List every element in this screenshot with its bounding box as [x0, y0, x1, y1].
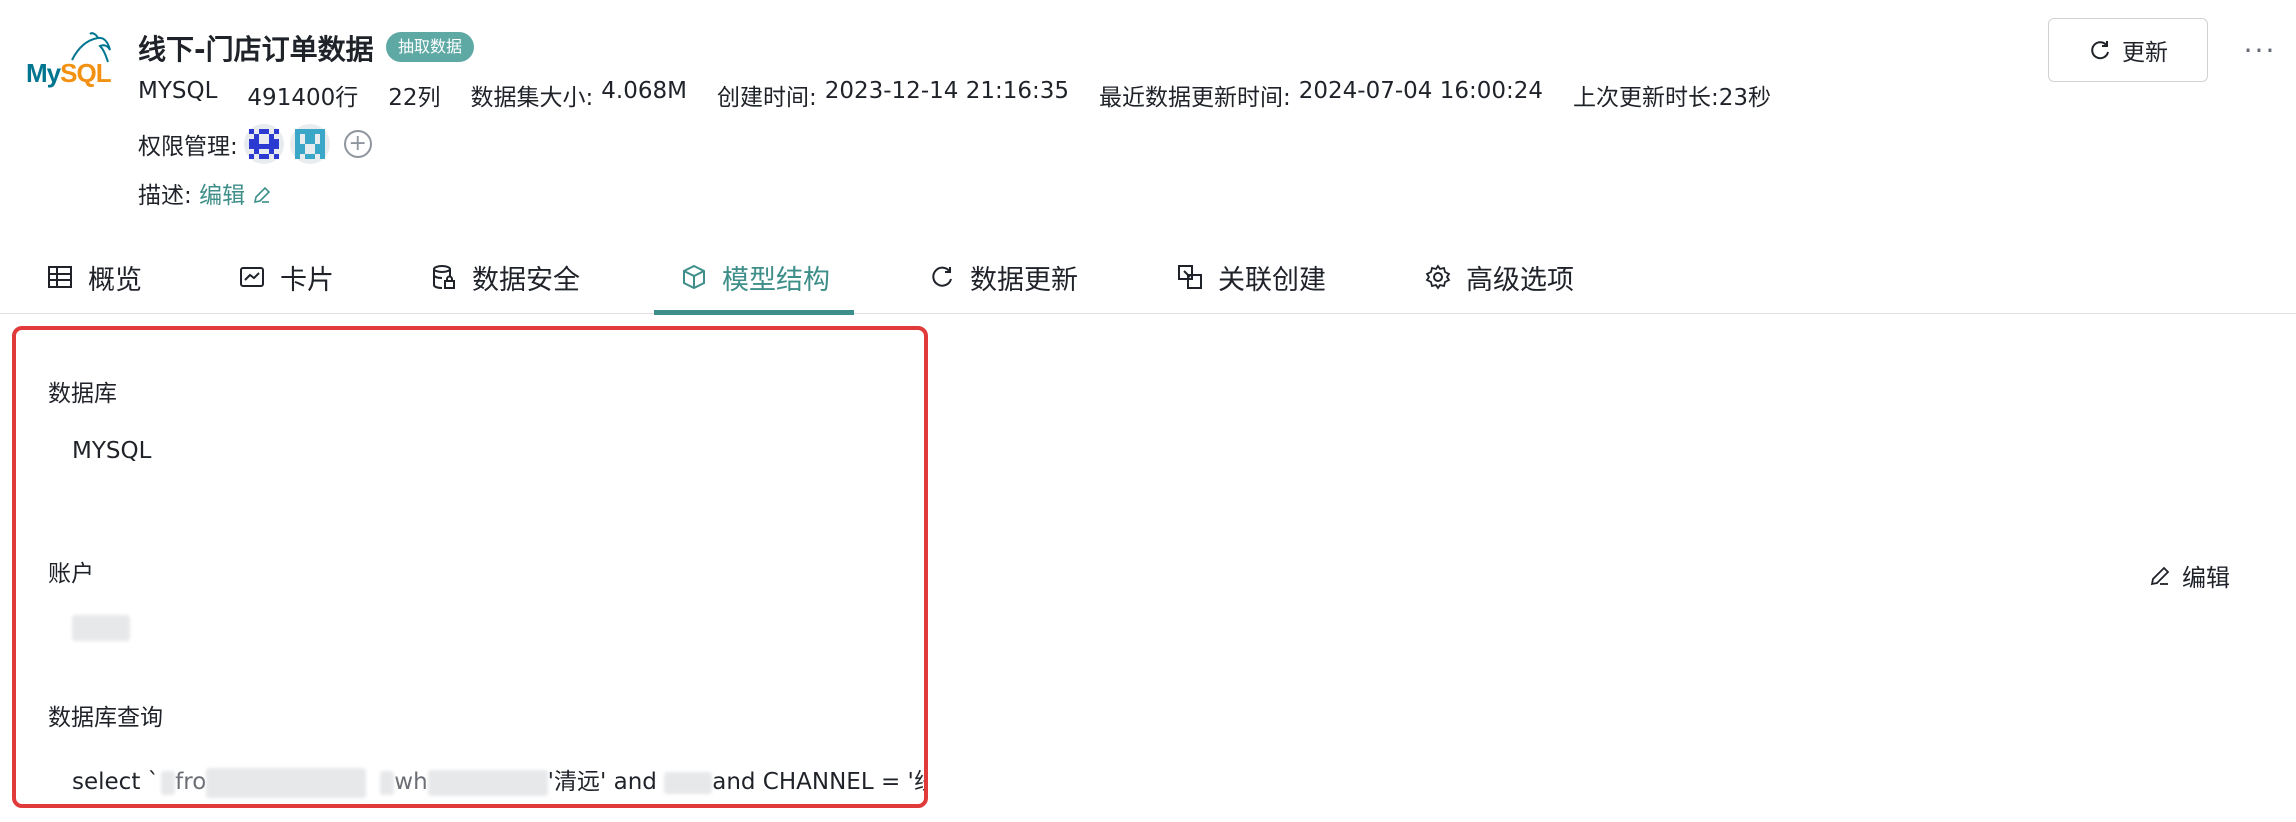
tab-overview[interactable]: 概览	[46, 240, 142, 314]
pencil-icon	[2150, 566, 2170, 585]
redacted-text	[380, 770, 395, 795]
link-create-icon	[1178, 265, 1202, 289]
table-icon	[48, 266, 72, 288]
query-label: 数据库查询	[48, 705, 163, 731]
tab-model-structure-label: 模型结构	[722, 264, 830, 296]
query-text: '清远' and	[547, 769, 665, 795]
model-structure-panel: 数据库 MYSQL 账户 数据库查询 select ` fro wh '清远' and…	[12, 326, 928, 808]
permission-row: 权限管理: +	[138, 124, 372, 164]
update-duration: 上次更新时长:23秒	[1573, 85, 1772, 111]
tab-data-update[interactable]: 数据更新	[928, 240, 1078, 314]
dataset-header: MySQL 线下-门店订单数据 抽取数据 MYSQL 491400行 22列 数…	[0, 0, 2296, 240]
redacted-text	[664, 771, 713, 794]
cube-icon	[683, 264, 705, 290]
query-value: select ` fro wh '清远' and and CHANNEL = '线下'	[72, 762, 924, 798]
redacted-text	[161, 770, 176, 795]
mysql-logo: MySQL	[22, 30, 118, 94]
redacted-text	[72, 614, 130, 641]
refresh-label: 更新	[2122, 40, 2168, 66]
add-permission-icon[interactable]: +	[343, 130, 372, 158]
tab-link-create-label: 关联创建	[1218, 264, 1326, 296]
created-value: 2023-12-14 21:16:35	[824, 78, 1069, 104]
permission-label: 权限管理:	[138, 134, 238, 160]
size-value: 4.068M	[601, 78, 687, 104]
created-label: 创建时间:	[716, 85, 817, 111]
query-text: and CHANNEL = '线下'	[712, 769, 924, 795]
tab-advanced-options-label: 高级选项	[1466, 264, 1574, 296]
refresh-button[interactable]: 更新	[2048, 18, 2208, 82]
query-text: fro	[175, 769, 207, 795]
row-count: 491400行	[247, 85, 359, 111]
database-label: 数据库	[48, 381, 117, 407]
account-value	[72, 614, 130, 641]
updated-label: 最近数据更新时间:	[1099, 85, 1291, 111]
description-row: 描述: 编辑	[138, 176, 272, 210]
avatar-pattern-icon	[248, 129, 279, 159]
tab-data-update-label: 数据更新	[970, 264, 1078, 296]
query-text: wh	[394, 769, 428, 795]
dataset-meta: MYSQL 491400行 22列 数据集大小: 4.068M 创建时间: 20…	[138, 78, 1772, 111]
more-options-icon[interactable]: ···	[2240, 30, 2280, 70]
description-label: 描述:	[138, 183, 192, 209]
account-label: 账户	[48, 561, 94, 587]
size-label: 数据集大小:	[470, 85, 594, 111]
query-text: select `	[72, 769, 160, 795]
tab-model-structure[interactable]: 模型结构	[654, 240, 854, 315]
tab-link-create[interactable]: 关联创建	[1176, 240, 1326, 314]
tab-bar: 概览 卡片 数据安全 模型结构 数据更新 关联创建 高级选项	[0, 240, 2296, 315]
redacted-text	[427, 769, 548, 796]
description-edit-label: 编辑	[199, 183, 246, 209]
tab-cards[interactable]: 卡片	[238, 240, 334, 314]
db-type: MYSQL	[138, 78, 218, 104]
updated-value: 2024-07-04 16:00:24	[1298, 78, 1544, 104]
avatar-pattern-icon	[294, 129, 325, 159]
extract-badge: 抽取数据	[386, 32, 475, 62]
tab-data-security[interactable]: 数据安全	[430, 240, 580, 314]
refresh-icon	[2091, 41, 2109, 60]
chart-card-icon	[240, 267, 264, 287]
avatar[interactable]	[289, 124, 330, 164]
database-value: MYSQL	[72, 438, 152, 464]
gear-icon	[1425, 264, 1451, 290]
avatar[interactable]	[243, 124, 284, 164]
edit-label: 编辑	[2182, 564, 2230, 592]
dataset-title: 线下-门店订单数据	[138, 33, 374, 66]
database-lock-icon	[433, 265, 455, 289]
refresh-icon	[932, 266, 952, 287]
column-count: 22列	[388, 85, 441, 111]
description-edit-link[interactable]: 编辑	[199, 183, 272, 209]
tab-advanced-options[interactable]: 高级选项	[1424, 240, 1574, 314]
redacted-text	[206, 767, 367, 798]
tab-cards-label: 卡片	[280, 264, 334, 296]
pencil-icon	[254, 186, 271, 204]
edit-button[interactable]: 编辑	[2148, 558, 2230, 593]
tab-overview-label: 概览	[88, 264, 142, 296]
tab-data-security-label: 数据安全	[472, 264, 580, 296]
